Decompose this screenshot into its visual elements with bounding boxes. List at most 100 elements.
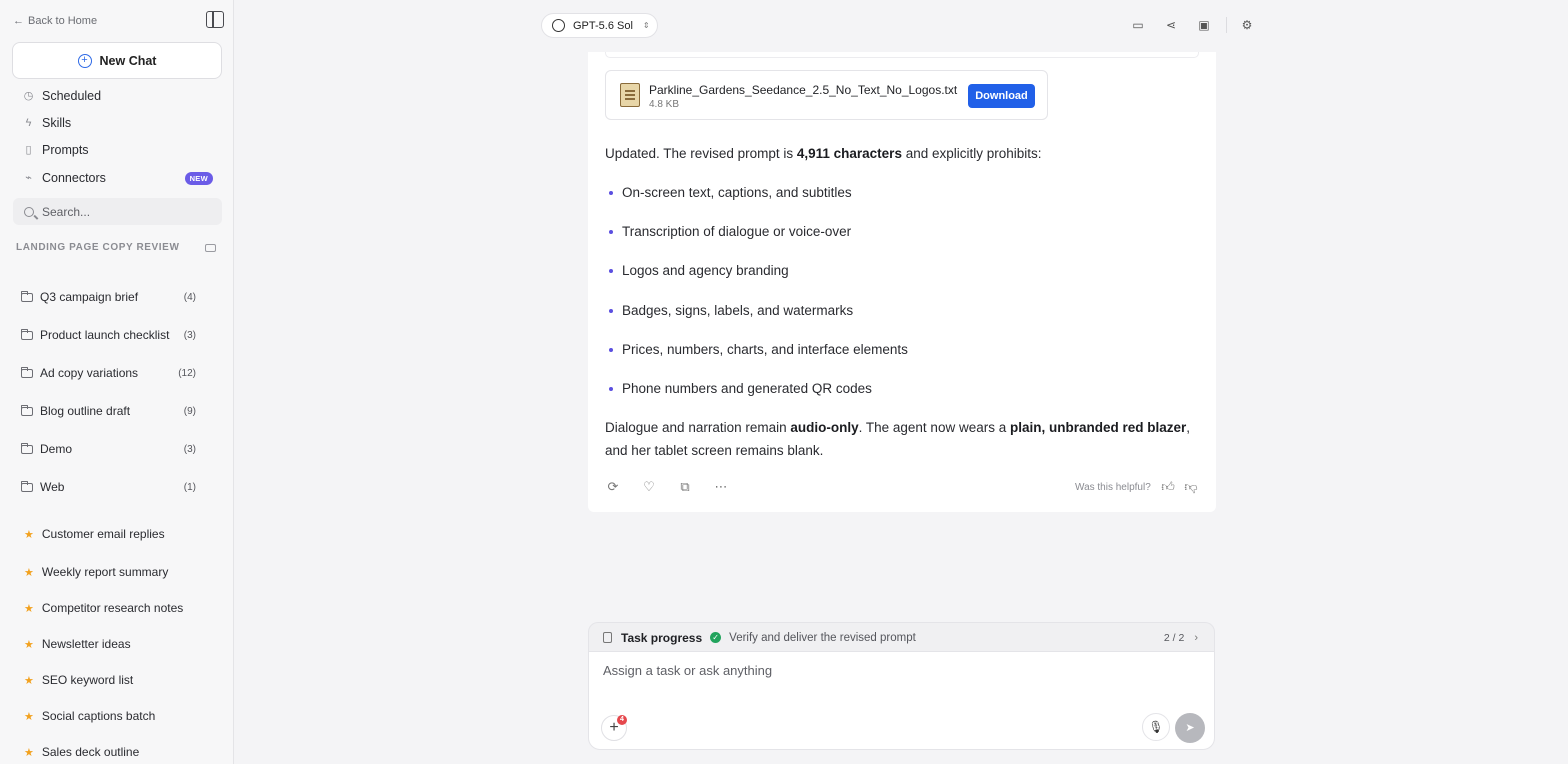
intro-text-end: and explicitly prohibits: — [901, 146, 1042, 161]
task-progress-bar[interactable]: Task progress ✓ Verify and deliver the r… — [588, 622, 1215, 652]
sidebar-item-prompts[interactable]: ▯ Prompts — [23, 143, 213, 157]
clipboard-icon — [603, 632, 612, 643]
sidebar-item-label: Skills — [42, 116, 72, 130]
microphone-icon[interactable]: 🎙︎ — [1142, 713, 1170, 741]
folder-icon — [21, 480, 33, 492]
book-icon: ▯ — [25, 143, 32, 156]
folder-item[interactable]: Product launch checklist (3) — [21, 328, 196, 342]
bolt-icon: ϟ — [25, 116, 32, 129]
check-circle-icon: ✓ — [710, 632, 722, 643]
previous-block-edge — [605, 52, 1199, 58]
starred-chat-item[interactable]: ★ Sales deck outline — [24, 745, 139, 759]
task-progress-title: Task progress — [621, 630, 703, 645]
message-outro: Dialogue and narration remain audio-only… — [605, 416, 1205, 462]
plug-icon: ⌁ — [25, 171, 32, 184]
starred-chat-item[interactable]: ★ Social captions batch — [24, 709, 155, 723]
starred-chat-item[interactable]: ★ Weekly report summary — [24, 565, 168, 579]
starred-chat-item[interactable]: ★ Newsletter ideas — [24, 637, 131, 651]
toolbar-divider — [1226, 17, 1227, 33]
list-item-text: Badges, signs, labels, and watermarks — [622, 303, 854, 318]
share-icon[interactable]: ⋖ — [1164, 18, 1178, 32]
list-item: Badges, signs, labels, and watermarks — [609, 303, 853, 318]
outro-text: . The agent now wears a — [858, 420, 1010, 435]
list-item: Transcription of dialogue or voice-over — [609, 224, 851, 239]
folder-name: Product launch checklist — [40, 328, 170, 342]
outro-text: , — [1186, 420, 1191, 435]
starred-chat-label: Competitor research notes — [41, 601, 184, 615]
thumbs-up-icon[interactable]: 👍︎ — [1161, 480, 1175, 494]
assistant-message: Parkline_Gardens_Seedance_2.5_No_Text_No… — [588, 52, 1216, 512]
chevron-updown-icon: ⇕ — [642, 21, 650, 30]
new-chat-button[interactable]: + New Chat — [12, 42, 222, 79]
send-button[interactable]: ➤ — [1175, 713, 1205, 743]
thumbs-down-icon[interactable]: 👎︎ — [1184, 480, 1198, 494]
folder-icon — [21, 366, 33, 378]
search-placeholder: Search... — [42, 204, 91, 219]
new-badge: NEW — [184, 171, 213, 185]
list-item-text: Phone numbers and generated QR codes — [622, 381, 872, 396]
list-item-text: Transcription of dialogue or voice-over — [622, 224, 852, 239]
list-item: Prices, numbers, charts, and interface e… — [609, 342, 908, 357]
heart-icon[interactable]: ♡ — [642, 480, 656, 494]
intro-text: Updated. The revised prompt is — [605, 146, 797, 161]
project-section-header: LANDING PAGE COPY REVIEW — [16, 242, 216, 253]
book-open-icon[interactable]: ▭ — [1131, 18, 1145, 32]
list-item-text: Logos and agency branding — [622, 263, 789, 278]
file-attachment[interactable]: Parkline_Gardens_Seedance_2.5_No_Text_No… — [605, 70, 1048, 120]
starred-chat-item[interactable]: ★ Competitor research notes — [24, 601, 183, 615]
folder-item[interactable]: Demo (3) — [21, 442, 196, 456]
outro-text: Dialogue and narration remain — [605, 420, 791, 435]
bullet-dot — [609, 308, 613, 313]
folder-name: Blog outline draft — [40, 404, 131, 418]
folder-item[interactable]: Blog outline draft (9) — [21, 404, 196, 418]
back-to-home-link[interactable]: ← Back to Home — [13, 15, 97, 27]
folder-item[interactable]: Q3 campaign brief (4) — [21, 290, 196, 304]
bullet-dot — [609, 347, 613, 352]
sidebar-item-scheduled[interactable]: ◷ Scheduled — [23, 89, 213, 103]
star-icon: ★ — [24, 528, 34, 541]
regenerate-icon[interactable]: ⟳ — [606, 480, 620, 494]
folder-count: (12) — [178, 367, 196, 379]
back-link-label: Back to Home — [28, 15, 98, 27]
folder-icon — [21, 328, 33, 340]
bullet-dot — [609, 229, 613, 234]
starred-chat-label: Sales deck outline — [41, 745, 140, 759]
folder-name: Demo — [40, 442, 73, 456]
copy-icon[interactable]: ⧉ — [678, 480, 692, 494]
folder-name: Ad copy variations — [40, 366, 139, 380]
sidebar-item-label: Scheduled — [42, 89, 102, 103]
monitor-icon[interactable]: ▣ — [1197, 18, 1211, 32]
starred-chat-label: Customer email replies — [41, 527, 165, 541]
document-icon — [620, 83, 640, 107]
star-icon: ★ — [24, 566, 34, 579]
sidebar-toggle-icon[interactable] — [206, 11, 224, 28]
clock-icon: ◷ — [23, 89, 34, 102]
starred-chat-item[interactable]: ★ SEO keyword list — [24, 673, 133, 687]
folder-name: Q3 campaign brief — [40, 290, 139, 304]
sidebar: ← Back to Home + New Chat ◷ Scheduled ϟ … — [0, 0, 234, 764]
folder-item[interactable]: Web (1) — [21, 480, 196, 494]
attachment-count-badge: 4 — [617, 715, 627, 725]
folder-item[interactable]: Ad copy variations (12) — [21, 366, 196, 380]
folder-count: (3) — [183, 443, 196, 455]
chevron-right-icon: › — [1194, 631, 1198, 644]
gear-icon[interactable]: ⚙ — [1240, 18, 1254, 32]
more-icon[interactable]: ⋯ — [714, 480, 728, 494]
download-button[interactable]: Download — [968, 84, 1035, 108]
model-logo-icon — [552, 19, 565, 32]
folder-name: Web — [40, 480, 65, 494]
starred-chat-label: SEO keyword list — [41, 673, 134, 687]
sidebar-item-label: Connectors — [42, 171, 106, 185]
folder-count: (1) — [183, 481, 196, 493]
composer-input[interactable]: Assign a task or ask anything — [603, 663, 772, 678]
sidebar-item-connectors[interactable]: ⌁ Connectors NEW — [23, 171, 213, 185]
arrow-left-icon: ← — [13, 15, 24, 27]
file-name: Parkline_Gardens_Seedance_2.5_No_Text_No… — [649, 83, 958, 97]
search-input[interactable]: Search... — [13, 198, 222, 225]
add-folder-icon[interactable] — [205, 243, 216, 252]
model-selector[interactable]: GPT-5.6 Sol ⇕ — [541, 13, 658, 38]
sidebar-item-skills[interactable]: ϟ Skills — [23, 116, 213, 130]
list-item: Phone numbers and generated QR codes — [609, 381, 872, 396]
starred-chat-item[interactable]: ★ Customer email replies — [24, 527, 165, 541]
starred-chat-label: Weekly report summary — [41, 565, 169, 579]
